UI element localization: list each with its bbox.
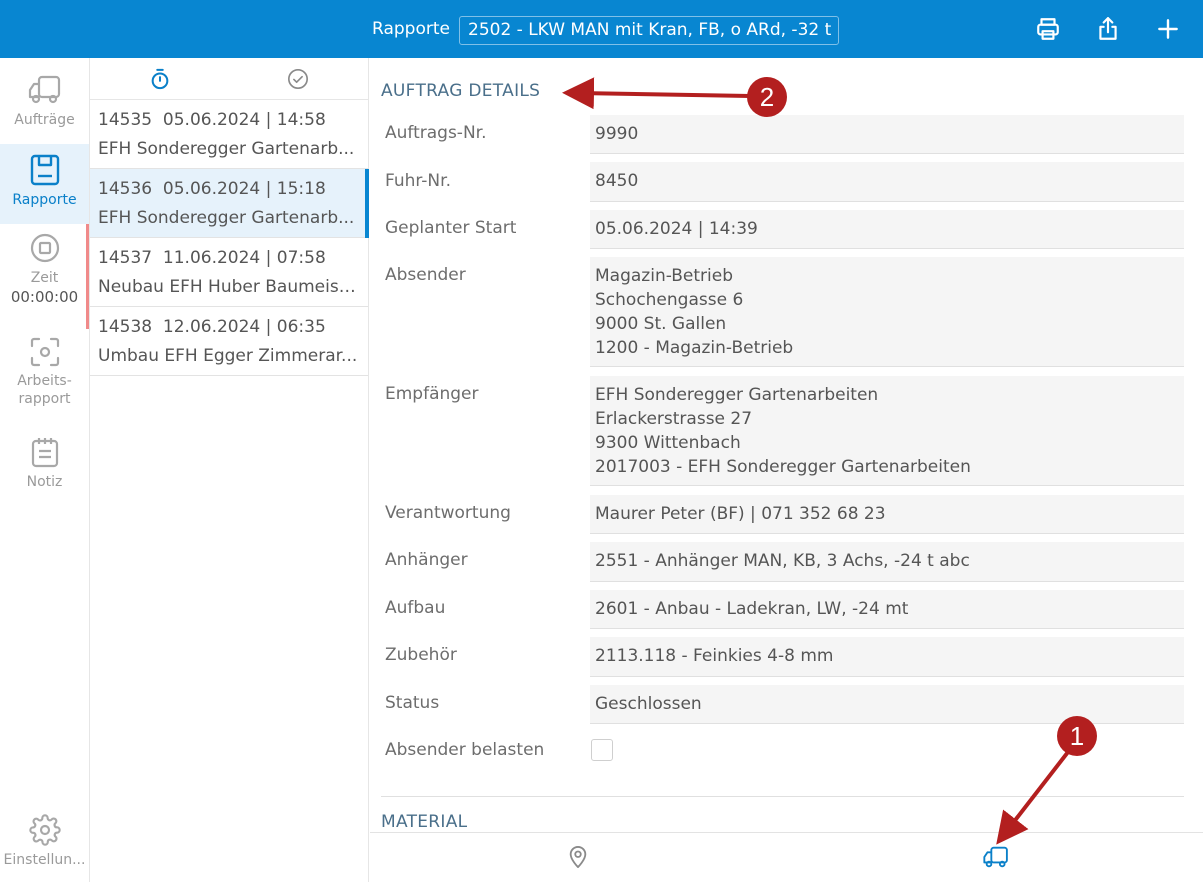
field-label: Fuhr-Nr. xyxy=(385,171,451,191)
save-icon xyxy=(30,154,59,186)
field-label: Empfänger xyxy=(385,384,479,404)
field-label: Auftrags-Nr. xyxy=(385,123,487,143)
sidebar-item-label: Zeit xyxy=(30,270,59,286)
stopwatch-icon[interactable] xyxy=(149,68,171,94)
check-circle-icon[interactable] xyxy=(287,68,309,94)
scan-icon xyxy=(30,337,59,367)
field-value-auftrags-nr: 9990 xyxy=(590,115,1184,154)
sidebar-item-rapporte[interactable]: Rapporte xyxy=(0,144,89,224)
report-list: 14535 05.06.2024 | 14:58 EFH Sonderegger… xyxy=(90,58,369,882)
field-label: Absender xyxy=(385,265,466,285)
page-title: Rapporte xyxy=(372,19,450,39)
field-label: Status xyxy=(385,693,440,713)
truck-icon[interactable] xyxy=(982,845,1010,873)
section-title-material: MATERIAL xyxy=(381,812,468,832)
field-value-fuhr-nr: 8450 xyxy=(590,162,1184,202)
field-label: Geplanter Start xyxy=(385,218,517,238)
field-value-empfaenger: EFH Sonderegger Gartenarbeiten Erlackers… xyxy=(590,376,1184,486)
list-item-title: EFH Sonderegger Gartenarb... xyxy=(98,208,355,228)
vehicle-selector[interactable]: 2502 - LKW MAN mit Kran, FB, o ARd, -32 … xyxy=(459,16,839,45)
absender-belasten-checkbox[interactable] xyxy=(591,739,613,761)
field-value-aufbau: 2601 - Anbau - Ladekran, LW, -24 mt xyxy=(590,590,1184,629)
list-item-title: Umbau EFH Egger Zimmerar... xyxy=(98,346,358,366)
notepad-icon xyxy=(31,438,58,468)
list-item-header: 14538 12.06.2024 | 06:35 xyxy=(98,317,326,337)
list-item-title: EFH Sonderegger Gartenarb... xyxy=(98,139,355,159)
printer-icon[interactable] xyxy=(1035,16,1061,42)
sidebar-item-settings[interactable]: Einstellun... xyxy=(0,814,89,870)
gear-icon xyxy=(28,814,61,846)
list-item[interactable]: 14536 05.06.2024 | 15:18 EFH Sonderegger… xyxy=(90,169,369,238)
bottom-tab-bar xyxy=(370,832,1203,882)
timer-value: 00:00:00 xyxy=(10,288,79,306)
field-label: Verantwortung xyxy=(385,503,511,523)
list-item[interactable]: 14538 12.06.2024 | 06:35 Umbau EFH Egger… xyxy=(90,307,368,376)
annotation-badge-2: 2 xyxy=(747,77,787,117)
sidebar-item-label: Notiz xyxy=(26,474,63,490)
field-value-geplanter-start: 05.06.2024 | 14:39 xyxy=(590,210,1184,249)
share-icon[interactable] xyxy=(1095,16,1121,42)
field-label: Aufbau xyxy=(385,598,446,618)
sidebar: Aufträge Rapporte Zeit 00:00:00 Arbeits-… xyxy=(0,58,90,882)
truck-icon xyxy=(28,75,60,104)
list-item-title: Neubau EFH Huber Baumeist... xyxy=(98,277,360,297)
list-item[interactable]: 14535 05.06.2024 | 14:58 EFH Sonderegger… xyxy=(90,100,368,169)
list-item-header: 14537 11.06.2024 | 07:58 xyxy=(98,248,326,268)
sidebar-item-auftraege[interactable]: Aufträge xyxy=(0,74,89,130)
sidebar-item-zeit[interactable]: Zeit 00:00:00 xyxy=(0,232,89,306)
sidebar-item-label: Einstellun... xyxy=(3,852,86,868)
field-value-status: Geschlossen xyxy=(590,685,1184,724)
list-item[interactable]: 14537 11.06.2024 | 07:58 Neubau EFH Hube… xyxy=(90,238,368,307)
annotation-badge-1: 1 xyxy=(1057,716,1097,756)
running-indicator xyxy=(86,224,89,329)
location-pin-icon[interactable] xyxy=(567,845,589,873)
sidebar-item-label: Arbeits-rapport xyxy=(17,373,72,407)
sidebar-item-label: Rapporte xyxy=(12,192,77,208)
sidebar-item-notiz[interactable]: Notiz xyxy=(0,436,89,492)
list-filter-bar xyxy=(90,58,368,100)
field-label: Zubehör xyxy=(385,645,457,665)
stop-icon xyxy=(30,233,59,263)
field-value-anhaenger: 2551 - Anhänger MAN, KB, 3 Achs, -24 t a… xyxy=(590,542,1184,582)
plus-icon[interactable] xyxy=(1155,16,1181,42)
field-value-zubehoer: 2113.118 - Feinkies 4-8 mm xyxy=(590,637,1184,677)
field-label: Anhänger xyxy=(385,550,468,570)
field-label: Absender belasten xyxy=(385,740,545,760)
sidebar-item-arbeitsrapport[interactable]: Arbeits-rapport xyxy=(0,336,89,408)
field-value-absender: Magazin-Betrieb Schochengasse 6 9000 St.… xyxy=(590,257,1184,367)
sidebar-item-label: Aufträge xyxy=(14,112,75,128)
field-value-verantwortung: Maurer Peter (BF) | 071 352 68 23 xyxy=(590,495,1184,534)
list-item-header: 14535 05.06.2024 | 14:58 xyxy=(98,110,326,130)
list-item-header: 14536 05.06.2024 | 15:18 xyxy=(98,179,326,199)
section-divider xyxy=(381,796,1184,797)
section-title-auftrag-details: AUFTRAG DETAILS xyxy=(381,81,541,101)
top-bar: Rapporte 2502 - LKW MAN mit Kran, FB, o … xyxy=(0,0,1203,58)
